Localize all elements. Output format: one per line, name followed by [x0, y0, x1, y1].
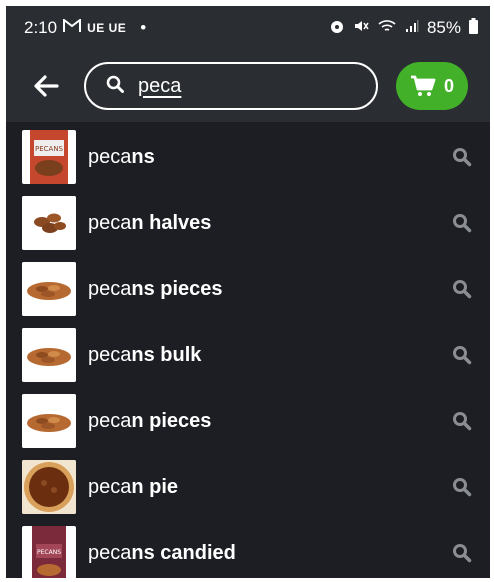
- product-thumbnail: PECANS: [22, 526, 76, 578]
- suggestion-row[interactable]: pecan pie: [6, 454, 490, 520]
- signal-icon: [405, 18, 419, 38]
- suggestion-completion: n pieces: [131, 409, 212, 432]
- gmail-icon: [63, 18, 82, 38]
- suggestion-label: pecan pieces: [88, 410, 450, 433]
- suggestion-label: pecan halves: [88, 212, 450, 235]
- search-suggestion-icon[interactable]: [450, 541, 474, 565]
- product-thumbnail: [22, 328, 76, 382]
- battery-percent: 85%: [426, 18, 461, 37]
- suggestion-completion: ns: [131, 145, 155, 168]
- product-thumbnail: PECANS: [22, 130, 76, 184]
- app-frame: 2:10 UE UE • 85% peca 0 PECANS pecans pe…: [6, 6, 490, 578]
- product-thumbnail: [22, 262, 76, 316]
- suggestion-typed-prefix: peca: [88, 145, 132, 168]
- suggestion-completion: ns bulk: [131, 343, 202, 366]
- suggestion-row[interactable]: PECANS pecans: [6, 124, 490, 190]
- battery-icon: [469, 17, 478, 39]
- suggestion-label: pecans: [88, 146, 450, 169]
- status-time: 2:10: [24, 18, 58, 37]
- suggestion-typed-prefix: peca: [88, 277, 132, 300]
- alarm-icon: [329, 18, 345, 39]
- svg-text:PECANS: PECANS: [35, 145, 64, 153]
- svg-text:PECANS: PECANS: [37, 549, 61, 556]
- suggestion-label: pecans candied: [88, 542, 450, 565]
- search-suggestion-icon[interactable]: [450, 277, 474, 301]
- suggestion-completion: ns candied: [131, 541, 236, 564]
- search-suggestion-icon[interactable]: [450, 211, 474, 235]
- search-suggestion-icon[interactable]: [450, 145, 474, 169]
- status-carriers: UE UE: [87, 21, 127, 35]
- suggestion-row[interactable]: pecans pieces: [6, 256, 490, 322]
- search-box[interactable]: [84, 62, 423, 110]
- suggestion-row[interactable]: PECANS pecans candied: [6, 520, 490, 578]
- suggestion-typed-prefix: peca: [88, 541, 132, 564]
- search-suggestion-icon[interactable]: [450, 475, 474, 499]
- search-input[interactable]: [136, 73, 405, 99]
- mute-icon: [353, 18, 369, 39]
- search-icon: [106, 75, 124, 98]
- suggestion-label: pecans pieces: [88, 278, 450, 301]
- product-thumbnail: [22, 394, 76, 448]
- suggestion-row[interactable]: pecans bulk: [6, 322, 490, 388]
- suggestion-typed-prefix: peca: [88, 475, 132, 498]
- cart-count: 0: [443, 75, 454, 96]
- suggestion-completion: n halves: [131, 211, 212, 234]
- suggestion-row[interactable]: pecan pieces: [6, 388, 490, 454]
- suggestion-typed-prefix: peca: [88, 343, 132, 366]
- suggestion-typed-prefix: peca: [88, 409, 132, 432]
- suggestion-label: pecan pie: [88, 476, 450, 499]
- status-bar: 2:10 UE UE • 85%: [6, 6, 490, 50]
- suggestion-list: PECANS pecans pecan halves pecans pieces…: [6, 122, 490, 578]
- suggestion-row[interactable]: pecan halves: [6, 190, 490, 256]
- cart-button[interactable]: 0: [396, 62, 468, 110]
- wifi-icon: [377, 18, 397, 39]
- suggestion-completion: n pie: [131, 475, 179, 498]
- search-header: 0: [6, 50, 490, 122]
- cart-icon: [410, 75, 436, 96]
- back-arrow-icon: [34, 75, 59, 97]
- product-thumbnail: [22, 460, 76, 514]
- back-button[interactable]: [26, 66, 66, 106]
- search-suggestion-icon[interactable]: [450, 343, 474, 367]
- suggestion-label: pecans bulk: [88, 344, 450, 367]
- suggestion-typed-prefix: peca: [88, 211, 132, 234]
- status-dot: •: [140, 18, 147, 37]
- product-thumbnail: [22, 196, 76, 250]
- suggestion-completion: ns pieces: [131, 277, 223, 300]
- search-suggestion-icon[interactable]: [450, 409, 474, 433]
